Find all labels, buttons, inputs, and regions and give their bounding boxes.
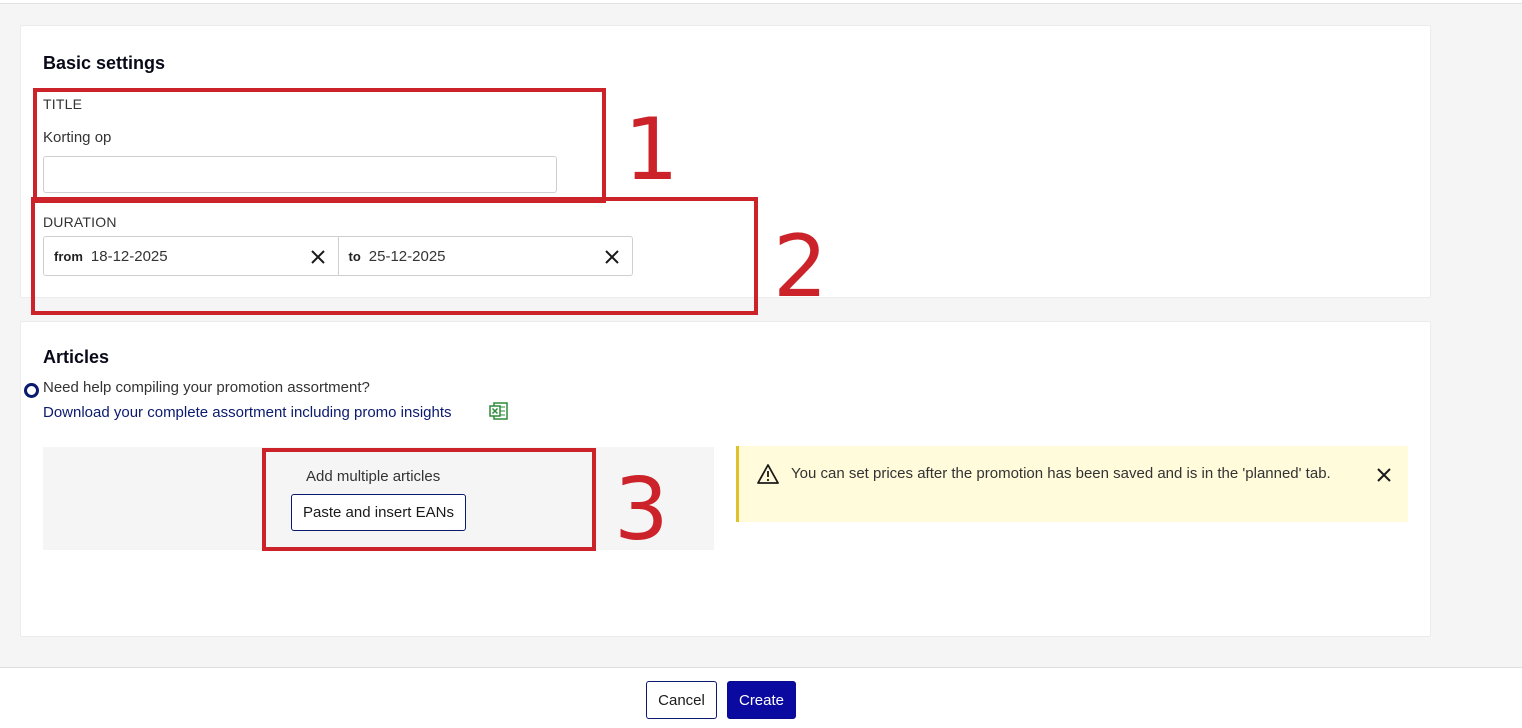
annotation-number-3: 3 bbox=[614, 460, 669, 560]
basic-settings-card: Basic settings TITLE Korting op DURATION… bbox=[20, 25, 1431, 298]
from-prefix: from bbox=[54, 248, 83, 264]
cancel-button[interactable]: Cancel bbox=[646, 681, 717, 719]
pricing-notice: You can set prices after the promotion h… bbox=[736, 446, 1408, 522]
add-multiple-label: Add multiple articles bbox=[306, 468, 441, 485]
to-date-field[interactable]: to 25-12-2025 bbox=[337, 237, 633, 275]
to-close-icon[interactable] bbox=[602, 247, 622, 267]
close-icon[interactable] bbox=[1375, 466, 1393, 484]
title-prefix: Korting op bbox=[43, 129, 112, 146]
create-button[interactable]: Create bbox=[727, 681, 796, 719]
paste-insert-eans-button[interactable]: Paste and insert EANs bbox=[291, 494, 466, 531]
download-assortment-link[interactable]: Download your complete assortment includ… bbox=[43, 404, 452, 421]
articles-card: Articles Need help compiling your promot… bbox=[20, 321, 1431, 637]
annotation-number-1: 1 bbox=[624, 100, 679, 200]
help-circle-icon bbox=[24, 383, 39, 398]
excel-icon[interactable] bbox=[489, 401, 509, 421]
top-divider bbox=[0, 0, 1522, 4]
title-input[interactable] bbox=[43, 156, 557, 193]
title-label: TITLE bbox=[43, 96, 83, 112]
duration-date-range: from 18-12-2025 to 25-12-2025 bbox=[43, 236, 633, 276]
from-date-value: 18-12-2025 bbox=[90, 247, 168, 265]
notice-text: You can set prices after the promotion h… bbox=[791, 465, 1331, 482]
help-text: Need help compiling your promotion assor… bbox=[43, 379, 370, 396]
to-date-value: 25-12-2025 bbox=[368, 247, 446, 265]
to-prefix: to bbox=[348, 248, 361, 264]
from-date-field[interactable]: from 18-12-2025 bbox=[44, 237, 338, 275]
from-close-icon[interactable] bbox=[308, 247, 328, 267]
basic-settings-heading: Basic settings bbox=[43, 53, 166, 73]
articles-heading: Articles bbox=[43, 347, 110, 367]
annotation-number-2: 2 bbox=[773, 217, 828, 317]
duration-label: DURATION bbox=[43, 214, 117, 230]
footer-bar: Cancel Create bbox=[0, 667, 1522, 728]
warning-icon bbox=[757, 464, 779, 484]
